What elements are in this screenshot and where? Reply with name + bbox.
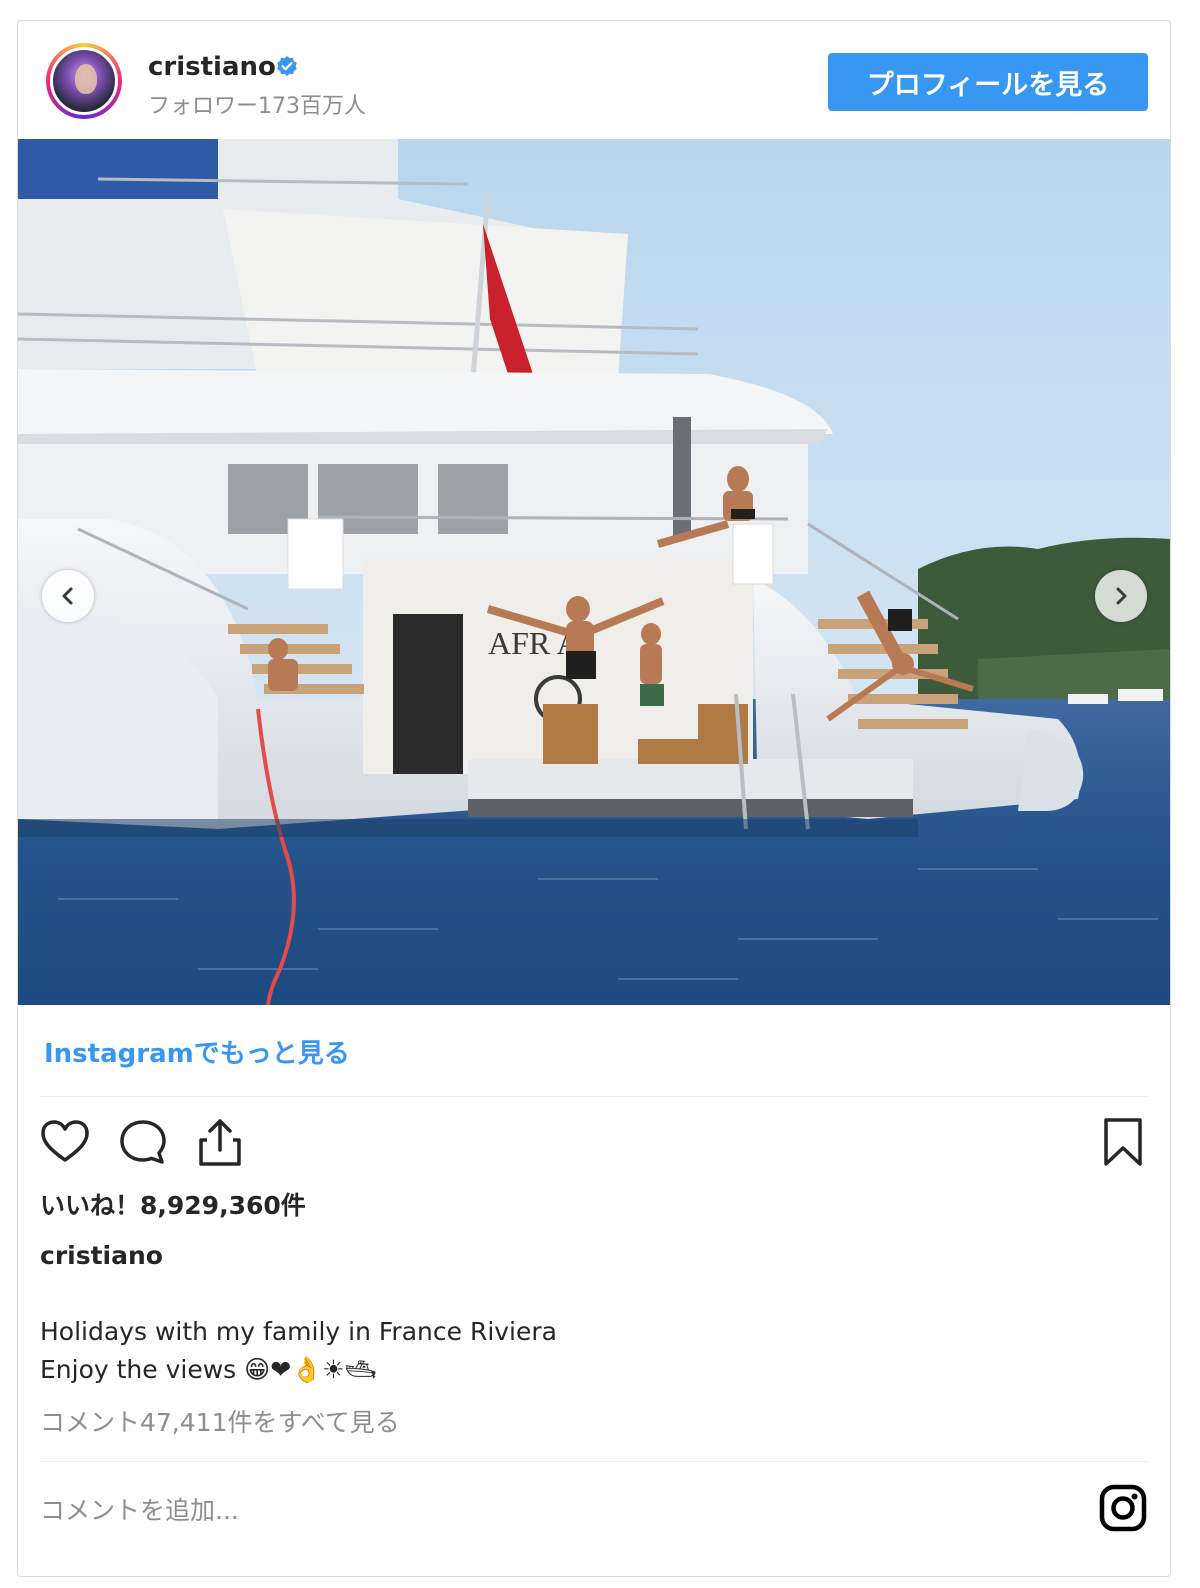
caption-username[interactable]: cristiano: [40, 1241, 163, 1270]
follower-count: フォロワー173百万人: [148, 94, 366, 119]
heart-icon[interactable]: [38, 1116, 92, 1170]
next-photo-button[interactable]: [1095, 570, 1147, 622]
view-profile-button[interactable]: プロフィールを見る: [828, 53, 1148, 111]
chevron-left-icon: [62, 587, 73, 605]
view-all-comments-link[interactable]: コメント47,411件をすべて見る: [40, 1403, 400, 1439]
post-header: cristiano フォロワー173百万人 プロフィールを見る: [18, 21, 1170, 139]
caption-line-2: Enjoy the views 😁❤👌☀🛥: [40, 1355, 377, 1384]
header-username[interactable]: cristiano: [148, 52, 276, 82]
view-more-on-instagram-link[interactable]: Instagramでもっと見る: [44, 1033, 350, 1070]
instagram-logo-icon[interactable]: [1098, 1483, 1148, 1533]
comment-icon[interactable]: [116, 1116, 170, 1170]
post-photo[interactable]: AFR A: [18, 139, 1170, 1005]
avatar-image: [50, 47, 118, 115]
previous-photo-button[interactable]: [42, 570, 94, 622]
add-comment-field[interactable]: コメントを追加...: [40, 1491, 239, 1527]
avatar[interactable]: [46, 43, 122, 119]
divider: [40, 1461, 1148, 1462]
like-count[interactable]: いいね！8,929,360件: [40, 1186, 306, 1222]
caption-line-1: Holidays with my family in France Rivier…: [40, 1317, 557, 1346]
share-icon[interactable]: [193, 1116, 247, 1170]
instagram-embed-card: cristiano フォロワー173百万人 プロフィールを見る AFR A In…: [17, 20, 1171, 1577]
divider: [40, 1096, 1148, 1097]
yacht-photo-image: AFR A: [18, 139, 1170, 1005]
chevron-right-icon: [1116, 587, 1127, 605]
verified-badge-icon: [277, 56, 297, 76]
bookmark-icon[interactable]: [1096, 1116, 1150, 1170]
